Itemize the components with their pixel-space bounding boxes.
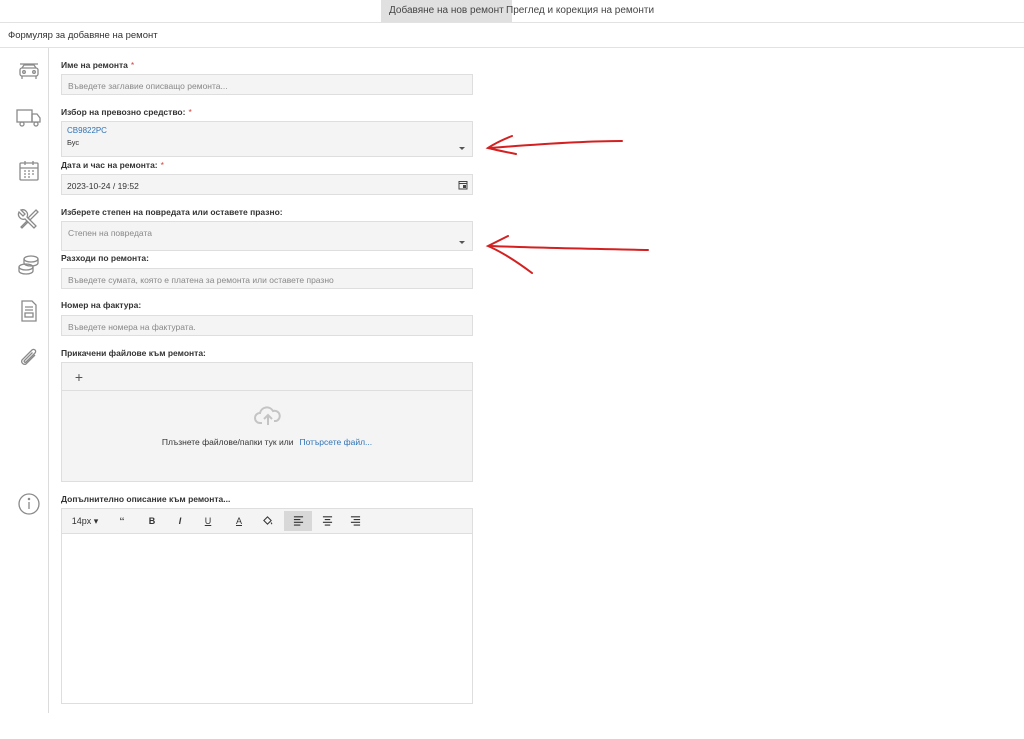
repair-name-label: Име на ремонта *	[61, 60, 135, 70]
coins-icon	[16, 252, 42, 278]
rich-text-editor[interactable]: 14px ▾ ‘‘ B I U A	[61, 508, 473, 704]
editor-content-area[interactable]	[62, 534, 472, 703]
expenses-placeholder: Въведете сумата, която е платена за ремо…	[68, 275, 334, 285]
repair-name-input[interactable]: Въведете заглавие описващо ремонта...	[61, 74, 473, 95]
cloud-upload-icon	[254, 405, 282, 427]
fill-color-icon[interactable]	[257, 511, 277, 531]
editor-toolbar: 14px ▾ ‘‘ B I U A	[62, 509, 472, 534]
underline-button[interactable]: U	[198, 511, 218, 531]
damage-select[interactable]: Степен на повредата	[61, 221, 473, 251]
attachments-label: Прикачени файлове към ремонта:	[61, 348, 206, 358]
truck-icon	[16, 104, 42, 130]
repair-name-placeholder: Въведете заглавие описващо ремонта...	[68, 81, 228, 91]
vehicle-plate: СВ9822РС	[67, 126, 107, 135]
expenses-input[interactable]: Въведете сумата, която е платена за ремо…	[61, 268, 473, 289]
expenses-label: Разходи по ремонта:	[61, 253, 149, 263]
datetime-label: Дата и час на ремонта: *	[61, 160, 164, 170]
invoice-placeholder: Въведете номера на фактурата.	[68, 322, 196, 332]
text-color-button[interactable]: A	[229, 511, 249, 531]
datetime-input[interactable]: 2023-10-24 / 19:52	[61, 174, 473, 195]
tab-add-repair[interactable]: Добавяне на нов ремонт	[381, 0, 512, 22]
browse-files-link[interactable]: Потърсете файл...	[299, 437, 372, 447]
form-title: Формуляр за добавяне на ремонт	[8, 30, 158, 41]
vehicle-type: Бус	[67, 138, 80, 147]
vehicle-select[interactable]: СВ9822РС Бус	[61, 121, 473, 157]
paperclip-icon	[16, 346, 42, 372]
description-label: Допълнително описание към ремонта...	[61, 494, 231, 504]
invoice-icon	[16, 298, 42, 324]
chevron-down-icon	[459, 241, 465, 244]
annotation-arrow-damage	[485, 235, 649, 274]
italic-button[interactable]: I	[170, 511, 190, 531]
datetime-value: 2023-10-24 / 19:52	[67, 181, 139, 191]
damage-label: Изберете степен на повредата или оставет…	[61, 207, 283, 217]
drop-zone-text: Плъзнете файлове/папки тук или Потърсете …	[161, 437, 373, 447]
add-file-button[interactable]: +	[70, 367, 88, 387]
vehicle-label: Избор на превозно средство: *	[61, 107, 192, 117]
calendar-icon	[16, 158, 42, 184]
annotation-arrow-vehicle	[485, 135, 623, 155]
tools-icon	[16, 206, 42, 232]
quote-button[interactable]: ‘‘	[112, 511, 132, 531]
invoice-label: Номер на фактура:	[61, 300, 142, 310]
tab-review-repairs[interactable]: Преглед и корекция на ремонти	[498, 0, 662, 22]
top-tabs: Добавяне на нов ремонт Преглед и корекци…	[0, 0, 1024, 23]
file-upload-area[interactable]: + Плъзнете файлове/папки тук или Потърсет…	[61, 362, 473, 482]
car-icon	[16, 58, 42, 84]
font-size-dropdown[interactable]: 14px ▾	[68, 511, 102, 531]
align-left-icon[interactable]	[284, 511, 312, 531]
calendar-picker-icon[interactable]	[458, 180, 468, 190]
info-icon	[16, 491, 42, 517]
align-right-icon[interactable]	[344, 511, 366, 531]
align-center-icon[interactable]	[316, 511, 338, 531]
invoice-input[interactable]: Въведете номера на фактурата.	[61, 315, 473, 336]
upload-divider	[62, 390, 472, 391]
sidebar-divider	[48, 48, 49, 713]
form-header: Формуляр за добавяне на ремонт	[0, 23, 1024, 48]
chevron-down-icon	[459, 147, 465, 150]
damage-placeholder: Степен на повредата	[68, 228, 152, 238]
bold-button[interactable]: B	[142, 511, 162, 531]
